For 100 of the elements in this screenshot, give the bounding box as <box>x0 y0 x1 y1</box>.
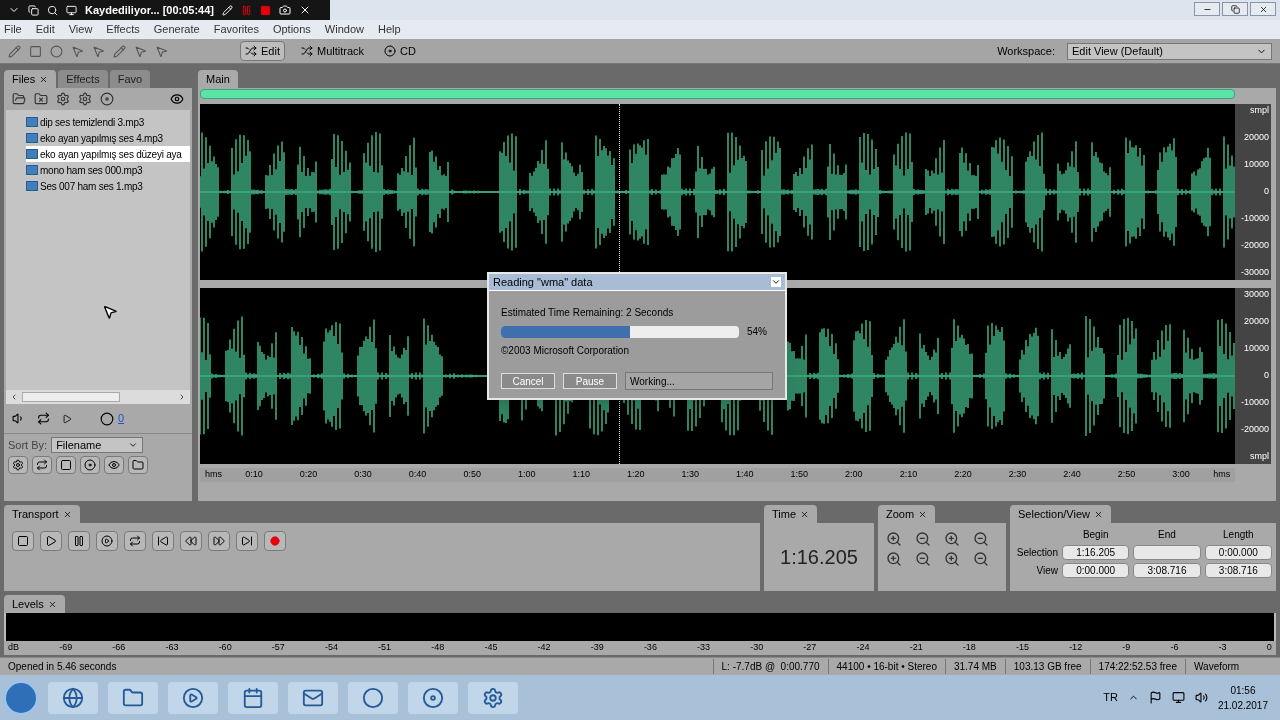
panel-tab[interactable]: Selection/View <box>1010 505 1111 523</box>
taskbar-app-button[interactable] <box>348 681 398 714</box>
menu-item[interactable]: Options <box>272 21 311 38</box>
close-icon[interactable] <box>1093 509 1103 519</box>
taskbar-app-button[interactable] <box>288 681 338 714</box>
file-tool-icon[interactable] <box>34 92 48 106</box>
menu-item[interactable]: Favorites <box>213 21 259 38</box>
sort-dropdown[interactable]: Filename <box>51 437 144 453</box>
panel-tab[interactable]: Transport <box>4 505 80 523</box>
audio-file-entry[interactable]: mono ham ses 000.mp3 <box>26 162 190 178</box>
close-icon[interactable] <box>800 509 810 519</box>
zoom-icon[interactable] <box>886 551 902 567</box>
restore-button[interactable] <box>1222 2 1248 16</box>
file-tool-icon[interactable] <box>56 92 70 106</box>
stop-icon[interactable] <box>260 4 271 16</box>
panel-tab[interactable]: Effects <box>58 70 108 88</box>
filter-button[interactable] <box>80 456 100 474</box>
scroll-right-icon[interactable] <box>178 393 186 401</box>
transport-button[interactable] <box>236 531 258 551</box>
language-indicator[interactable]: TR <box>1103 689 1118 706</box>
pencil-icon[interactable] <box>222 4 233 16</box>
close-icon[interactable] <box>39 74 49 84</box>
taskbar-app-button[interactable] <box>408 681 458 714</box>
tool-icon[interactable] <box>92 44 105 58</box>
menu-item[interactable]: Effects <box>106 21 140 38</box>
transport-button[interactable] <box>68 531 90 551</box>
audio-file-entry[interactable]: eko ayan yapılmış ses 4.mp3 <box>26 130 190 146</box>
restore-icon[interactable] <box>28 4 39 16</box>
menu-item[interactable]: View <box>68 21 93 38</box>
panel-tab[interactable]: Time <box>764 505 818 523</box>
start-button[interactable] <box>4 680 38 715</box>
speaker-icon[interactable] <box>12 412 25 425</box>
pause-icon[interactable] <box>241 4 252 16</box>
close-icon[interactable] <box>918 509 928 519</box>
tool-icon[interactable] <box>71 44 84 58</box>
file-tool-icon[interactable] <box>78 92 92 106</box>
filter-button[interactable] <box>104 456 124 474</box>
file-tool-icon[interactable] <box>100 92 114 106</box>
tool-icon[interactable] <box>29 44 42 58</box>
camera-icon[interactable] <box>279 4 291 16</box>
search-icon[interactable] <box>47 4 58 16</box>
filter-button[interactable] <box>8 456 28 474</box>
zoom-icon[interactable] <box>944 551 960 567</box>
taskbar-app-button[interactable] <box>228 681 278 714</box>
volume-icon[interactable] <box>1194 691 1208 704</box>
scroll-left-icon[interactable] <box>10 393 18 401</box>
time-field[interactable]: 3:08.716 <box>1133 563 1201 578</box>
transport-button[interactable] <box>180 531 202 551</box>
time-field[interactable] <box>1133 545 1201 560</box>
network-icon[interactable] <box>1171 691 1185 704</box>
file-tool-icon[interactable] <box>12 92 26 106</box>
taskbar-app-button[interactable] <box>108 681 158 714</box>
view-icon[interactable] <box>170 92 184 106</box>
taskbar-app-button[interactable] <box>468 681 518 714</box>
screen-icon[interactable] <box>66 4 77 16</box>
filter-button[interactable] <box>32 456 52 474</box>
transport-button[interactable] <box>124 531 146 551</box>
tool-icon[interactable] <box>50 44 63 58</box>
menu-item[interactable]: Generate <box>153 21 200 38</box>
menu-item[interactable]: Window <box>324 21 364 38</box>
loop-icon[interactable] <box>37 412 50 425</box>
panel-tab[interactable]: Favo <box>109 70 151 88</box>
tool-icon[interactable] <box>155 44 168 58</box>
menu-item[interactable]: Help <box>377 21 401 38</box>
time-field[interactable]: 0:00.000 <box>1062 563 1130 578</box>
tool-icon[interactable] <box>113 44 126 58</box>
zoom-icon[interactable] <box>915 551 931 567</box>
panel-tab[interactable]: Levels <box>4 595 65 613</box>
close-icon[interactable] <box>47 599 57 609</box>
taskbar-app-button[interactable] <box>168 681 218 714</box>
time-field[interactable]: 0:00.000 <box>1204 545 1272 560</box>
zoom-icon[interactable] <box>886 531 902 547</box>
mode-button[interactable]: Edit <box>240 41 285 61</box>
zoom-icon[interactable] <box>944 531 960 547</box>
panel-tab[interactable]: Zoom <box>878 505 936 523</box>
zoom-icon[interactable] <box>973 551 989 567</box>
audio-file-entry[interactable]: Ses 007 ham ses 1.mp3 <box>26 178 190 194</box>
tool-icon[interactable] <box>134 44 147 58</box>
panel-tab[interactable]: Main <box>198 70 238 88</box>
close-icon[interactable] <box>62 509 72 519</box>
filter-button[interactable] <box>128 456 148 474</box>
zoom-icon[interactable] <box>973 531 989 547</box>
mode-button[interactable]: CD <box>380 41 420 61</box>
time-field[interactable]: 1:16.205 <box>1062 545 1130 560</box>
transport-button[interactable] <box>152 531 174 551</box>
menu-item[interactable]: File <box>4 21 22 38</box>
transport-button[interactable] <box>208 531 230 551</box>
dropdown-icon[interactable] <box>771 277 781 287</box>
play-icon[interactable] <box>62 413 72 424</box>
horizontal-scrollbar[interactable] <box>6 390 190 404</box>
flag-icon[interactable] <box>1148 691 1162 704</box>
time-field[interactable]: 3:08.716 <box>1204 563 1272 578</box>
panel-tab[interactable]: Files <box>4 70 57 88</box>
audio-file-entry[interactable]: eko ayan yapılmış ses düzeyi aya <box>26 146 190 162</box>
filter-button[interactable] <box>56 456 76 474</box>
close-button[interactable] <box>1250 2 1276 16</box>
mode-button[interactable]: Multitrack <box>296 41 369 61</box>
menu-item[interactable]: Edit <box>35 21 55 38</box>
taskbar-app-button[interactable] <box>48 681 98 714</box>
transport-button[interactable] <box>12 531 34 551</box>
